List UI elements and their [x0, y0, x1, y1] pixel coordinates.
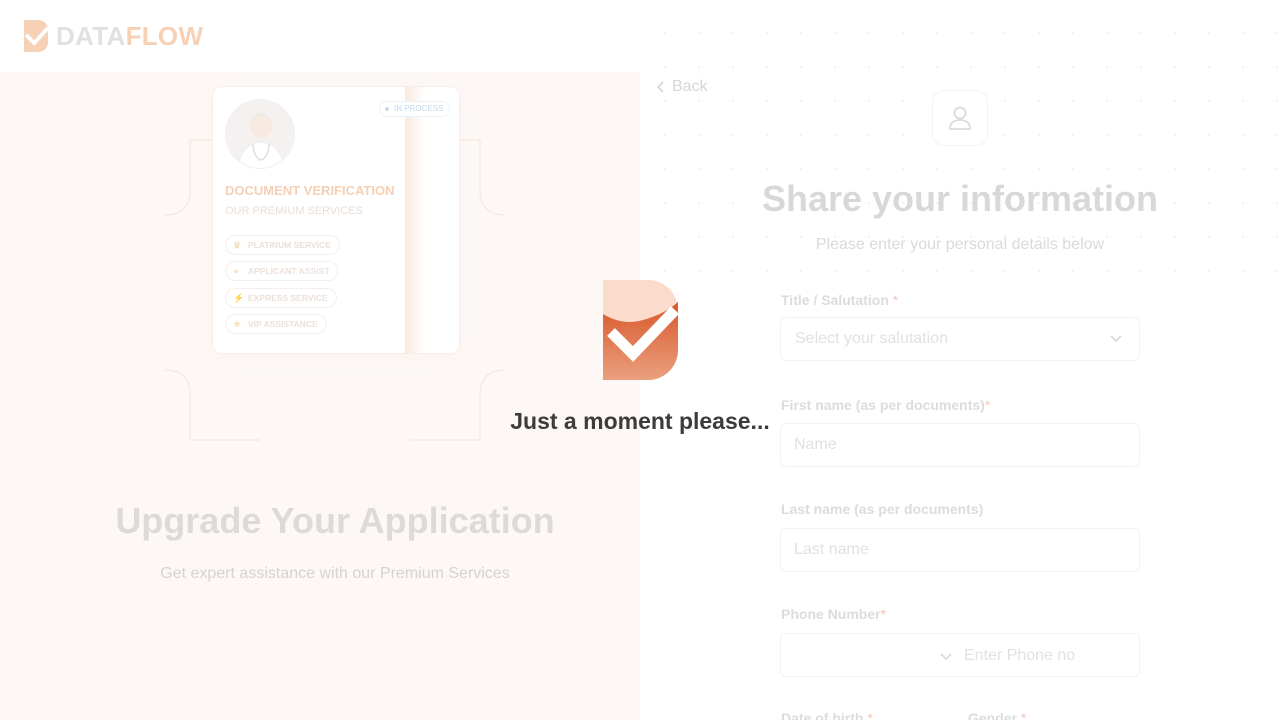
loading-message: Just a moment please...	[510, 408, 770, 434]
loading-logo-icon	[603, 280, 678, 380]
